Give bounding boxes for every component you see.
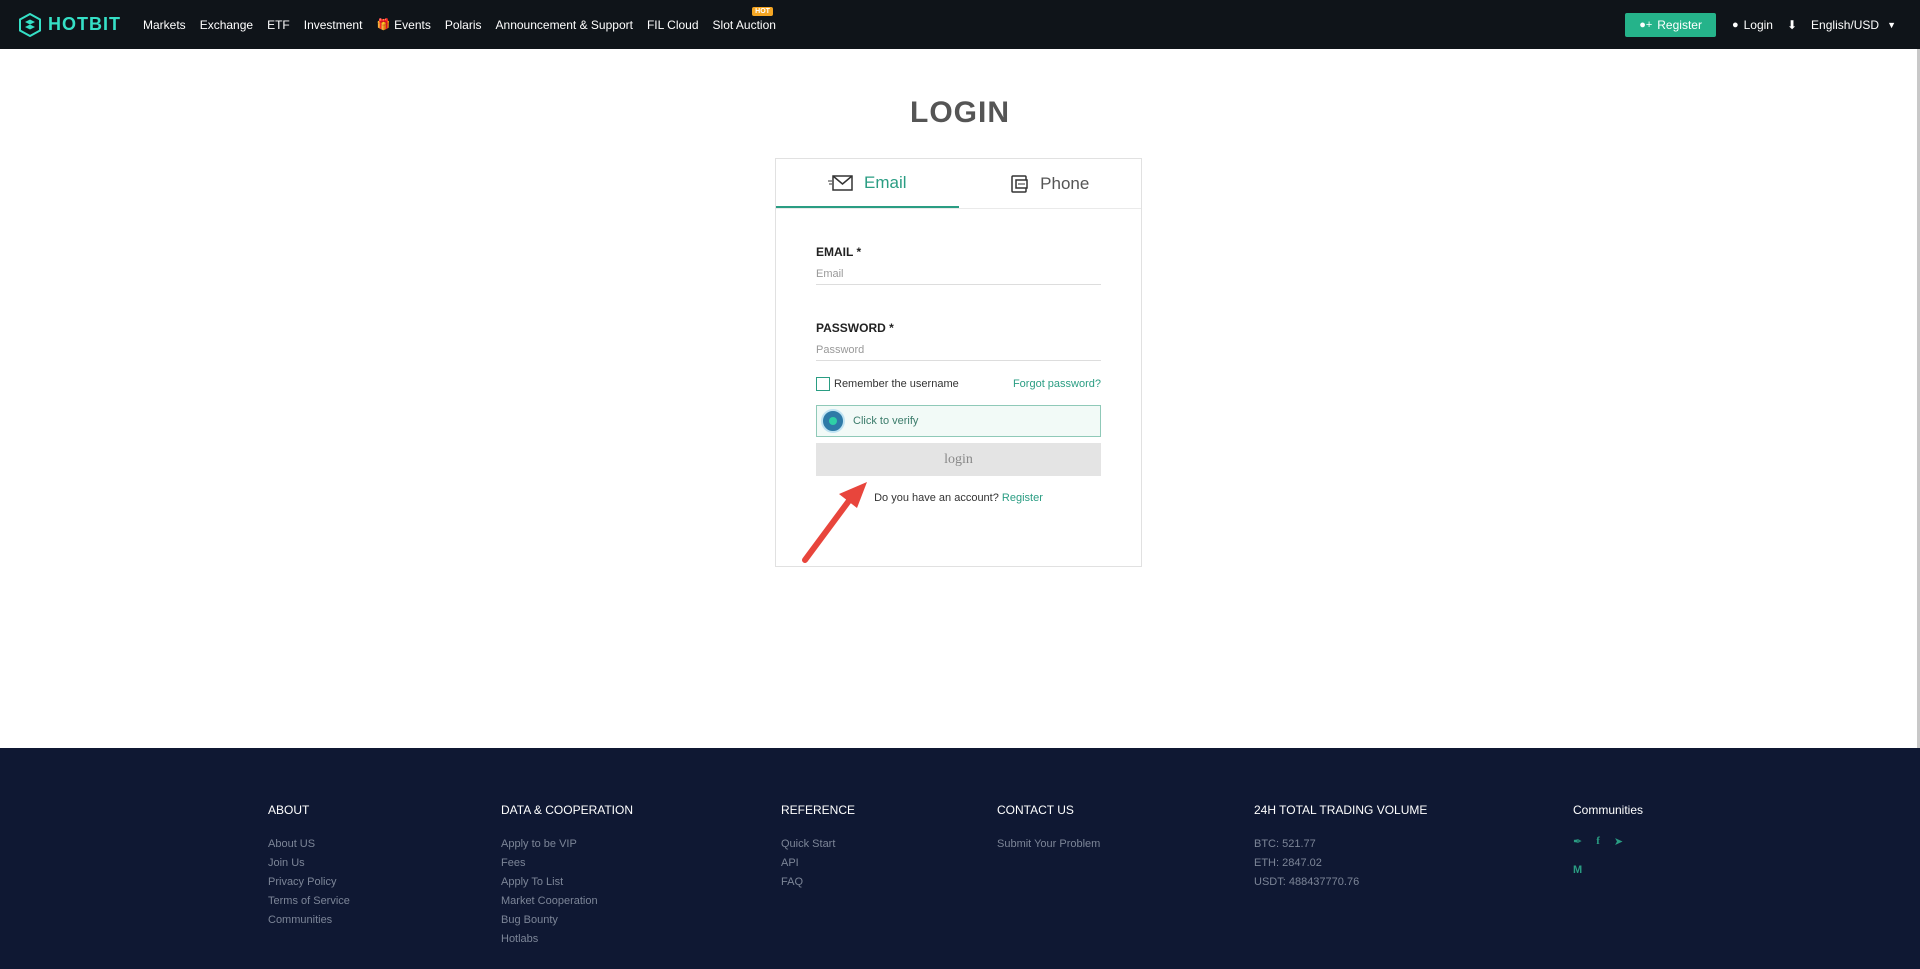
footer-link-communities[interactable]: Communities <box>268 911 350 930</box>
footer-link-privacy[interactable]: Privacy Policy <box>268 873 350 892</box>
footer-communities: Communities ✒ f ➤ M <box>1573 803 1643 892</box>
footer-link-faq[interactable]: FAQ <box>781 873 855 892</box>
volume-btc: BTC: 521.77 <box>1254 838 1316 850</box>
footer-link-hotlabs[interactable]: Hotlabs <box>501 930 633 949</box>
nav-events[interactable]: 🎁 Events <box>376 18 430 32</box>
hotbit-logo-icon <box>19 12 41 37</box>
email-field[interactable] <box>816 259 1101 285</box>
nav-polaris[interactable]: Polaris <box>445 18 482 32</box>
footer-reference: REFERENCE Quick Start API FAQ <box>781 803 855 892</box>
tab-phone[interactable]: Phone <box>959 159 1142 208</box>
gift-icon: 🎁 <box>376 19 391 31</box>
email-label: EMAIL * <box>816 245 862 259</box>
register-button[interactable]: ●+ Register <box>1625 12 1716 37</box>
footer-link-join-us[interactable]: Join Us <box>268 854 350 873</box>
verify-icon <box>821 409 845 433</box>
chevron-down-icon: ▼ <box>1887 19 1896 30</box>
volume-eth: ETH: 2847.02 <box>1254 857 1322 869</box>
medium-icon[interactable]: M <box>1573 864 1582 876</box>
social-icons-row-2: M <box>1573 864 1643 876</box>
password-label: PASSWORD * <box>816 321 894 335</box>
phone-icon <box>1011 174 1028 193</box>
remember-username[interactable]: Remember the username <box>816 377 959 391</box>
footer-link-apply-list[interactable]: Apply To List <box>501 873 633 892</box>
top-navigation-bar: HOTBIT Markets Exchange ETF Investment 🎁… <box>0 0 1920 49</box>
footer-data-title: DATA & COOPERATION <box>501 803 634 817</box>
footer-data-cooperation: DATA & COOPERATION Apply to be VIP Fees … <box>501 803 633 949</box>
footer-link-quick-start[interactable]: Quick Start <box>781 835 855 854</box>
register-button-label: Register <box>1657 17 1702 32</box>
footer-link-fees[interactable]: Fees <box>501 854 633 873</box>
login-link[interactable]: ● Login <box>1732 18 1773 32</box>
logo-text: HOTBIT <box>48 14 121 34</box>
footer-trading-volume: 24H TOTAL TRADING VOLUME BTC: 521.77 ETH… <box>1254 803 1427 892</box>
login-link-label: Login <box>1743 17 1773 32</box>
nav-fil-cloud[interactable]: FIL Cloud <box>647 18 699 32</box>
footer-reference-title: REFERENCE <box>781 803 856 817</box>
nav-markets[interactable]: Markets <box>143 18 186 32</box>
header-right-area: ●+ Register ● Login ⬇ English/USD ▼ <box>1625 12 1896 37</box>
footer-communities-title: Communities <box>1573 803 1644 817</box>
page-title: LOGIN <box>910 96 1010 129</box>
remember-label: Remember the username <box>834 378 959 390</box>
footer-contact-title: CONTACT US <box>997 803 1074 817</box>
nav-events-label: Events <box>394 17 431 32</box>
login-form: EMAIL * PASSWORD * Remember the username… <box>776 245 1141 504</box>
language-label: English/USD <box>1811 17 1880 32</box>
facebook-icon[interactable]: f <box>1596 835 1600 848</box>
hotbit-logo[interactable]: HOTBIT <box>18 12 121 37</box>
footer-link-bug-bounty[interactable]: Bug Bounty <box>501 911 633 930</box>
remember-row: Remember the username Forgot password? <box>816 377 1101 391</box>
footer-link-vip[interactable]: Apply to be VIP <box>501 835 633 854</box>
social-icons-row: ✒ f ➤ <box>1573 835 1643 848</box>
footer-link-market-cooperation[interactable]: Market Cooperation <box>501 892 633 911</box>
login-tabs: Email Phone <box>776 159 1141 209</box>
footer-link-api[interactable]: API <box>781 854 855 873</box>
register-link[interactable]: Register <box>1002 492 1043 504</box>
main-nav: Markets Exchange ETF Investment 🎁 Events… <box>143 0 790 49</box>
nav-slot-auction-label: Slot Auction <box>712 17 776 32</box>
nav-etf[interactable]: ETF <box>267 18 290 32</box>
nav-slot-auction[interactable]: Slot Auction HOT <box>712 6 776 32</box>
footer-link-terms[interactable]: Terms of Service <box>268 892 350 911</box>
user-icon: ● <box>1731 18 1739 31</box>
footer-about: ABOUT About US Join Us Privacy Policy Te… <box>268 803 350 930</box>
login-button[interactable]: login <box>816 443 1101 476</box>
nav-investment[interactable]: Investment <box>304 18 363 32</box>
footer: ABOUT About US Join Us Privacy Policy Te… <box>0 748 1920 969</box>
red-arrow-annotation <box>802 482 867 563</box>
add-user-icon: ●+ <box>1639 18 1653 31</box>
forgot-password-link[interactable]: Forgot password? <box>1013 378 1101 390</box>
footer-link-submit-problem[interactable]: Submit Your Problem <box>997 835 1100 854</box>
verify-captcha-button[interactable]: Click to verify <box>816 405 1101 437</box>
download-icon[interactable]: ⬇ <box>1787 18 1797 32</box>
footer-volume-title: 24H TOTAL TRADING VOLUME <box>1254 803 1428 817</box>
tab-email[interactable]: Email <box>776 159 959 208</box>
password-field[interactable] <box>816 335 1101 361</box>
verify-label: Click to verify <box>853 415 919 427</box>
tab-email-label: Email <box>863 172 907 192</box>
nav-announcement-support[interactable]: Announcement & Support <box>496 18 633 32</box>
footer-contact: CONTACT US Submit Your Problem <box>997 803 1100 854</box>
volume-usdt: USDT: 488437770.76 <box>1254 876 1360 888</box>
remember-checkbox[interactable] <box>816 377 830 391</box>
hot-badge: HOT <box>752 6 773 16</box>
nav-exchange[interactable]: Exchange <box>200 18 253 32</box>
language-selector[interactable]: English/USD ▼ <box>1811 18 1896 32</box>
envelope-icon <box>827 174 853 191</box>
footer-link-about-us[interactable]: About US <box>268 835 350 854</box>
twitter-icon[interactable]: ✒ <box>1573 835 1582 848</box>
telegram-icon[interactable]: ➤ <box>1614 835 1623 848</box>
have-account-text: Do you have an account? <box>874 492 999 504</box>
tab-phone-label: Phone <box>1040 173 1090 193</box>
footer-about-title: ABOUT <box>268 803 310 817</box>
